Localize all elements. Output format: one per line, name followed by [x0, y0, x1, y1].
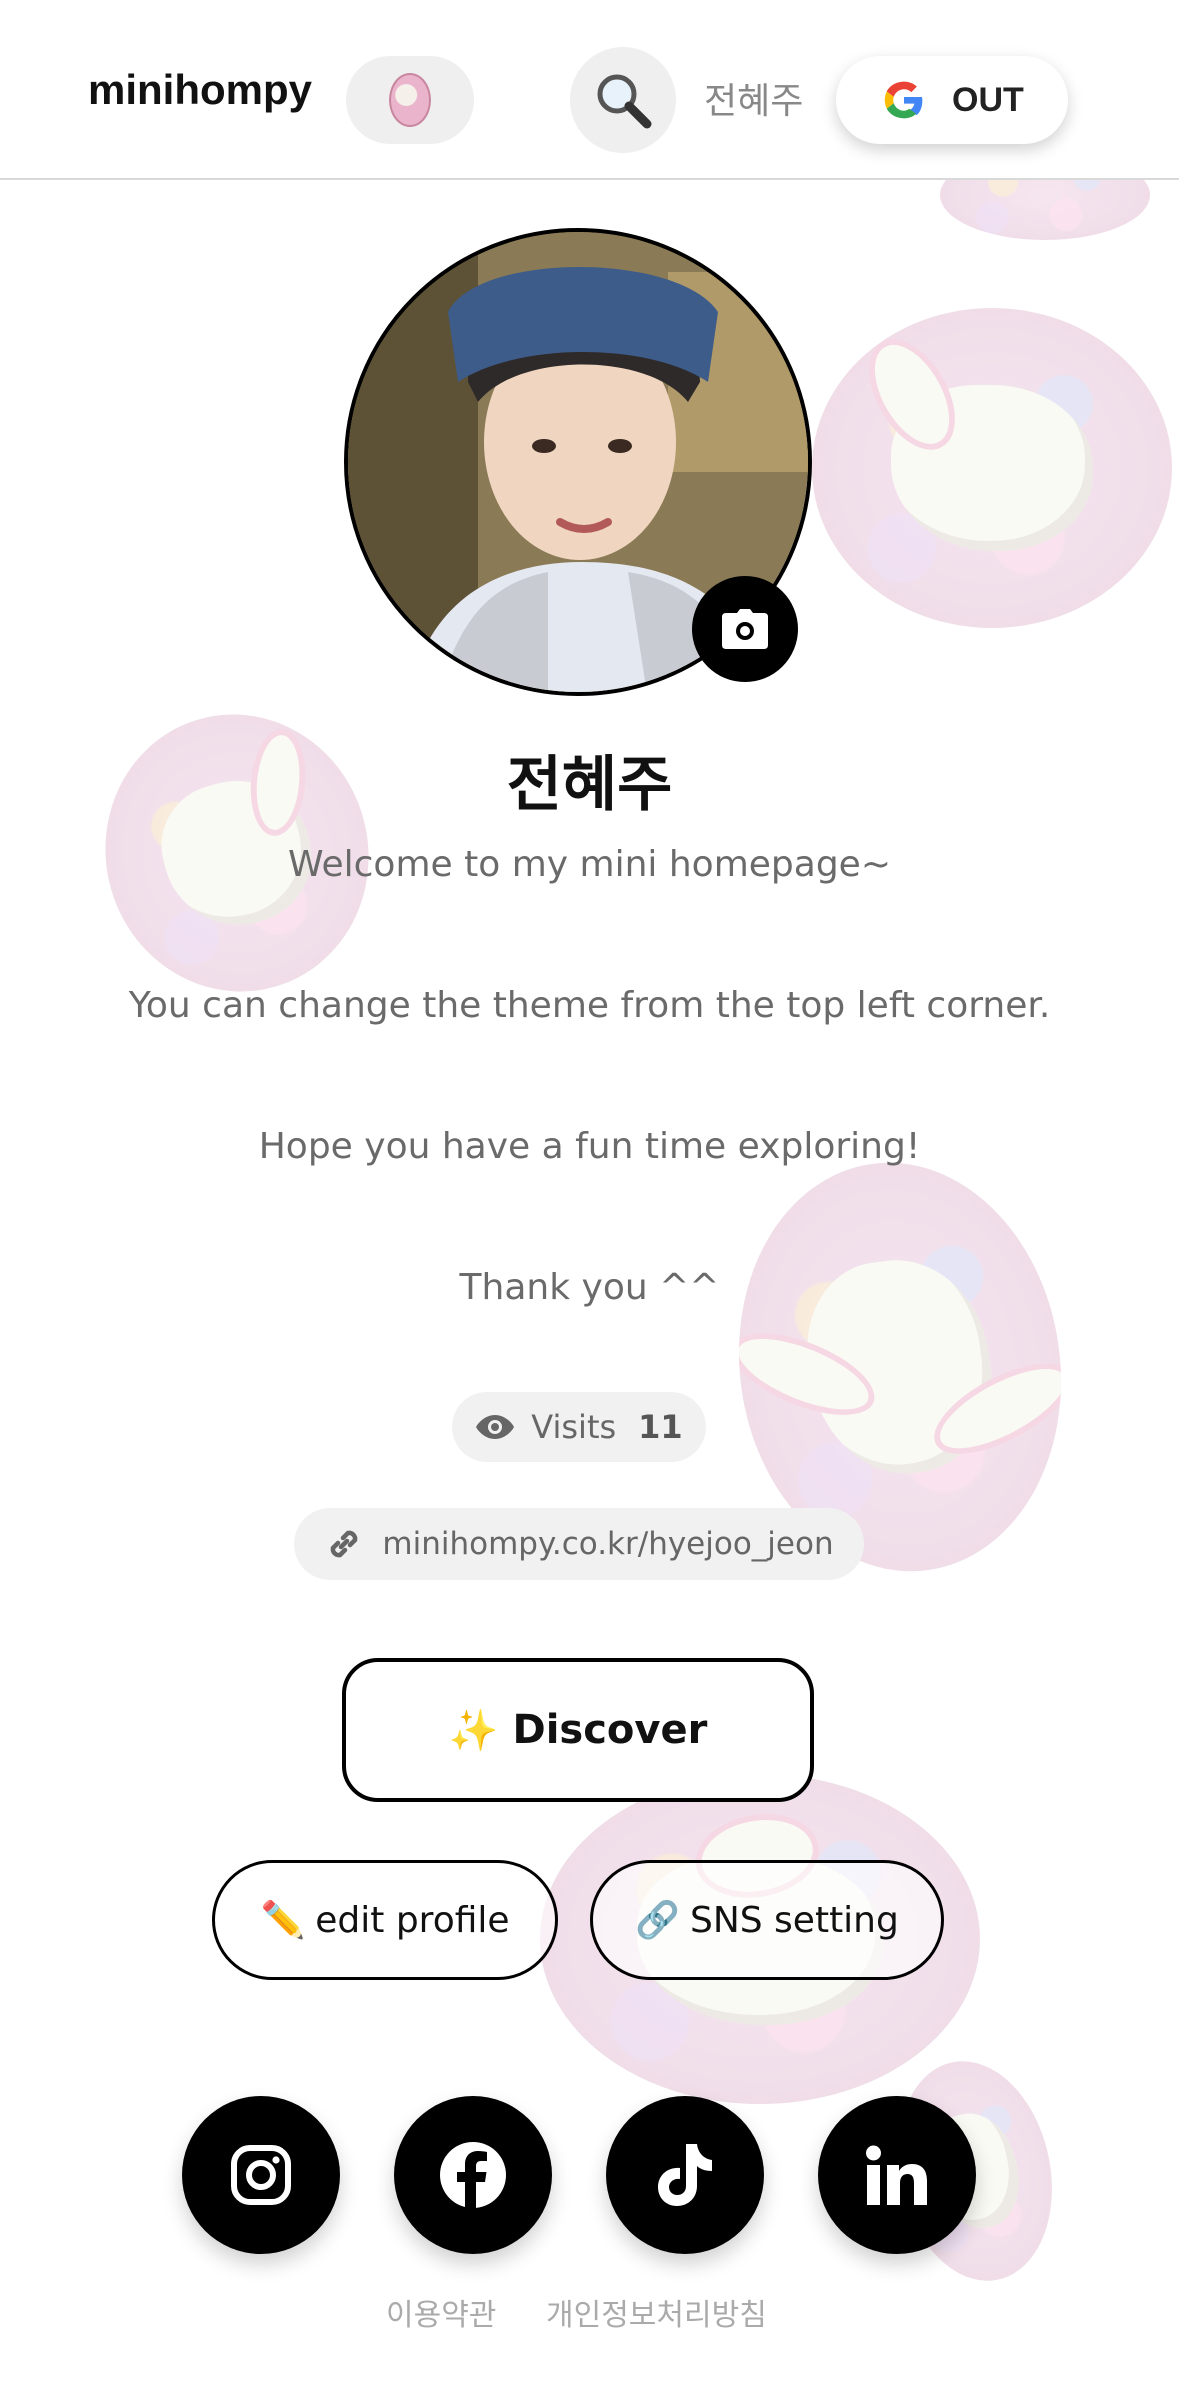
facebook-button[interactable] [394, 2096, 552, 2254]
logout-button[interactable]: OUT [836, 56, 1068, 144]
bio-line: You can change the theme from the top le… [128, 985, 1051, 1026]
profile-url-button[interactable]: minihompy.co.kr/hyejoo_jeon [294, 1508, 864, 1580]
profile-url-text: minihompy.co.kr/hyejoo_jeon [382, 1526, 834, 1562]
terms-link[interactable]: 이용약관 [386, 2290, 496, 2334]
eye-icon [476, 1415, 515, 1439]
tiktok-button[interactable] [606, 2096, 764, 2254]
link-icon [331, 1530, 358, 1558]
decorative-egg [812, 308, 1172, 628]
change-photo-button[interactable] [692, 576, 798, 682]
instagram-button[interactable] [182, 2096, 340, 2254]
visits-label: Visits [531, 1408, 617, 1446]
visits-badge: Visits 11 [452, 1392, 706, 1462]
linkedin-button[interactable] [818, 2096, 976, 2254]
google-icon [884, 81, 923, 119]
search-button[interactable] [570, 47, 676, 153]
current-user-name: 전혜주 [704, 81, 804, 122]
brand-logo[interactable]: minihompy [88, 66, 312, 114]
edit-profile-button[interactable]: ✏️ edit profile [212, 1860, 558, 1980]
privacy-policy-link[interactable]: 개인정보처리방침 [546, 2290, 767, 2334]
egg-theme-icon [389, 73, 431, 127]
chain-link-icon: 🔗 [635, 1900, 680, 1941]
bio-line: Hope you have a fun time exploring! [258, 1126, 921, 1167]
pencil-icon: ✏️ [260, 1900, 306, 1941]
discover-button[interactable]: ✨ Discover [342, 1658, 814, 1802]
edit-profile-label: edit profile [315, 1899, 510, 1941]
bio-line: Welcome to my mini homepage~ [288, 844, 891, 885]
sparkles-icon: ✨ [448, 1707, 499, 1754]
camera-icon [722, 609, 768, 649]
discover-label: Discover [512, 1707, 708, 1753]
sns-setting-button[interactable]: 🔗 SNS setting [590, 1860, 944, 1980]
sns-setting-label: SNS setting [689, 1899, 899, 1941]
instagram-icon [231, 2145, 291, 2205]
facebook-icon [440, 2142, 506, 2210]
bio-line: Thank you ^^ [459, 1267, 720, 1308]
logout-label: OUT [952, 80, 1024, 119]
visits-count: 11 [638, 1408, 683, 1446]
top-header: minihompy 전혜주 OUT [0, 0, 1179, 180]
linkedin-icon [866, 2145, 927, 2205]
profile-name: 전혜주 [506, 750, 673, 820]
search-icon [597, 74, 652, 129]
tiktok-icon [658, 2144, 712, 2206]
theme-selector-button[interactable] [346, 56, 474, 144]
